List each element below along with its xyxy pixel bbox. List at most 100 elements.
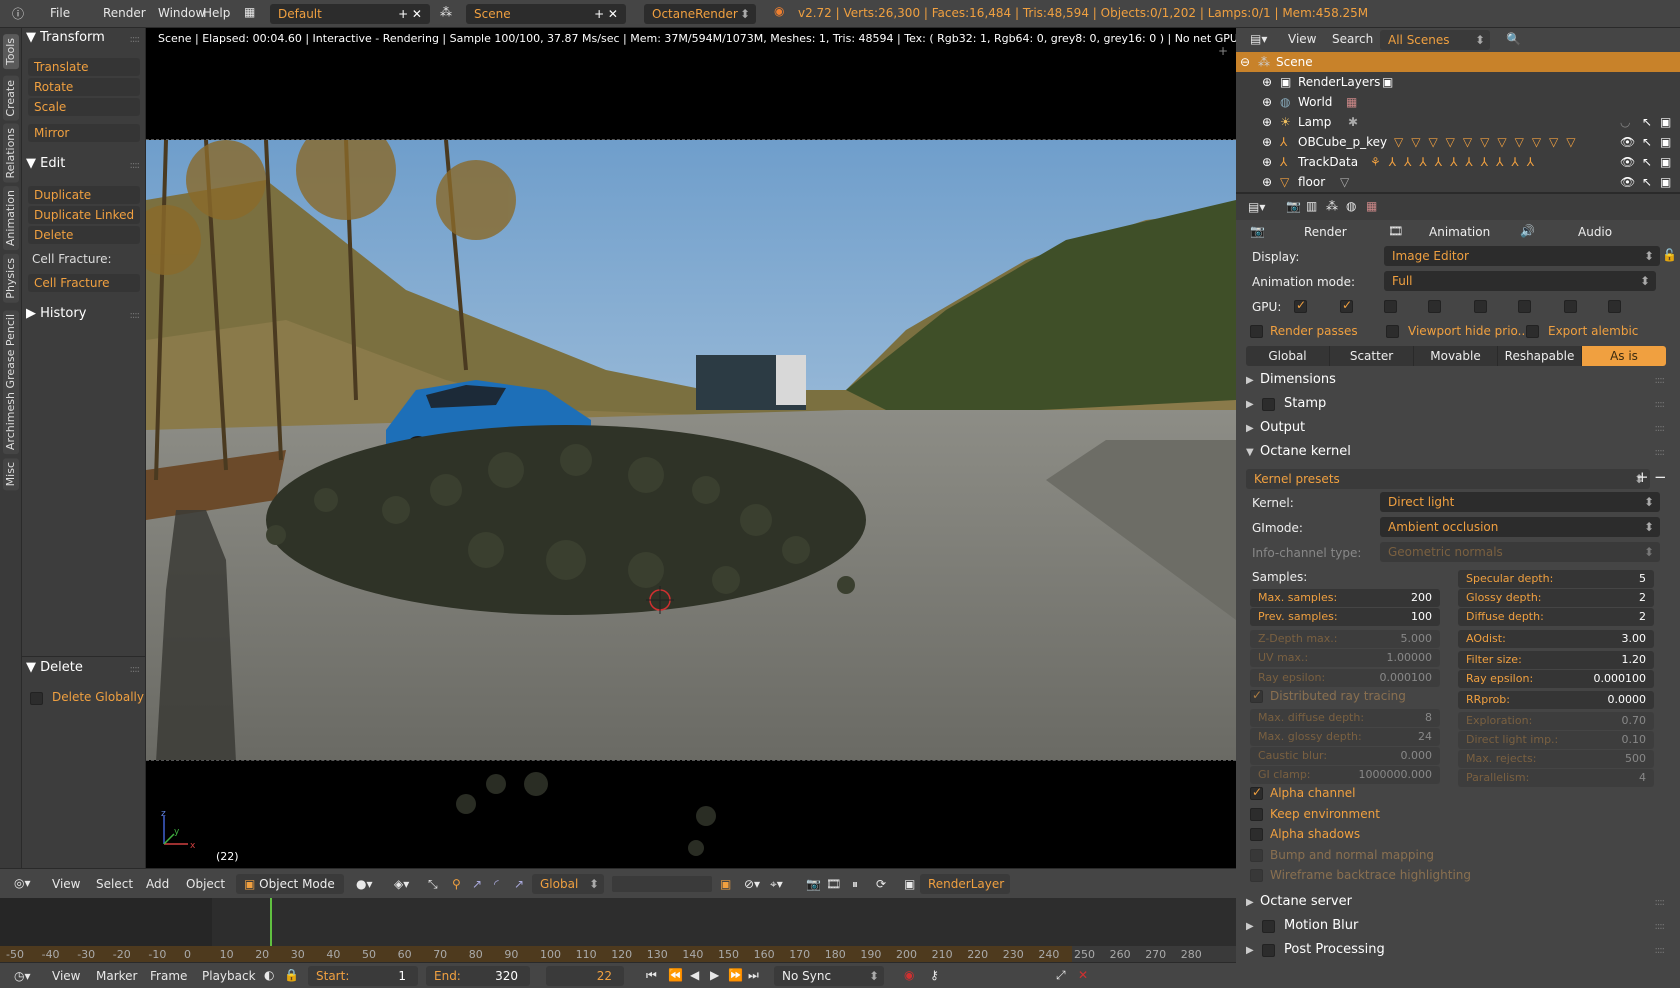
play-icon[interactable]: ▶ bbox=[710, 968, 719, 982]
pin-icon[interactable]: ⤢ bbox=[1056, 968, 1066, 983]
outliner-editor-icon[interactable]: ▤▾ bbox=[1250, 32, 1267, 46]
parallelism-field[interactable]: Parallelism: 4 bbox=[1458, 769, 1654, 787]
layers-tab-icon[interactable]: ▥ bbox=[1306, 199, 1317, 213]
menu-add[interactable]: Add bbox=[146, 877, 169, 891]
props-editor-icon[interactable]: ▤▾ bbox=[1248, 200, 1265, 214]
segment-movable[interactable]: Movable bbox=[1414, 346, 1498, 366]
duplicate-linked-button[interactable]: Duplicate Linked bbox=[28, 206, 140, 224]
tl-menu-marker[interactable]: Marker bbox=[96, 969, 137, 983]
gpu-7-checkbox[interactable] bbox=[1564, 300, 1577, 313]
curve-icon[interactable]: ◜ bbox=[494, 877, 499, 891]
keying-set-icon[interactable]: ⚷ bbox=[930, 968, 939, 982]
render-engine-select[interactable]: OctaneRender ⬍ bbox=[644, 4, 756, 24]
orientation-select[interactable]: Global ⬍ bbox=[532, 874, 604, 894]
render-button[interactable]: Render bbox=[1304, 225, 1347, 239]
select-arrow-icon[interactable]: ↖ bbox=[1642, 175, 1652, 189]
duplicate-button[interactable]: Duplicate bbox=[28, 186, 140, 204]
render-camera-icon[interactable]: ▣ bbox=[1660, 155, 1671, 169]
post-processing-checkbox[interactable] bbox=[1262, 944, 1275, 957]
expand-icon[interactable]: ⊕ bbox=[1262, 135, 1272, 149]
wireframe-backtrace-checkbox[interactable] bbox=[1250, 869, 1263, 882]
outliner-row-scene[interactable]: ⊖ ⁂ Scene bbox=[1236, 52, 1680, 72]
render-camera-icon[interactable]: ▣ bbox=[1660, 175, 1671, 189]
kernel-presets-select[interactable]: Kernel presets ⬍ bbox=[1246, 469, 1650, 489]
bump-mapping-checkbox[interactable] bbox=[1250, 849, 1263, 862]
outliner-row-trackdata[interactable]: ⊕ ⅄ TrackData ⚘⅄⅄⅄⅄⅄⅄⅄⅄⅄⅄ 👁 ↖ ▣ bbox=[1236, 152, 1680, 172]
viewport-hide-checkbox[interactable] bbox=[1386, 325, 1399, 338]
uv-max-field[interactable]: UV max.: 1.00000 bbox=[1250, 649, 1440, 667]
snap-icon[interactable]: ⌖▾ bbox=[770, 877, 783, 892]
refresh-render-icon[interactable]: ⟳ bbox=[876, 877, 886, 891]
drag-handle-icon[interactable]: :::: bbox=[130, 160, 141, 171]
tab-physics[interactable]: Physics bbox=[3, 254, 19, 303]
direct-light-imp-field[interactable]: Direct light imp.: 0.10 bbox=[1458, 731, 1654, 749]
jump-key-forward-icon[interactable]: ⏩ bbox=[728, 968, 743, 982]
select-arrow-icon[interactable]: ↖ bbox=[1642, 135, 1652, 149]
rotate-button[interactable]: Rotate bbox=[28, 78, 140, 96]
outliner-menu-view[interactable]: View bbox=[1288, 32, 1316, 46]
distributed-ray-tracing-checkbox[interactable] bbox=[1250, 688, 1263, 703]
timeline-editor-icon[interactable]: ◷▾ bbox=[14, 969, 31, 983]
tab-tools[interactable]: Tools bbox=[3, 34, 19, 70]
kernel-select[interactable]: Direct light ⬍ bbox=[1380, 492, 1660, 512]
stamp-panel-header[interactable]: ▶ Stamp:::: bbox=[1246, 396, 1670, 414]
gpu-1-checkbox[interactable] bbox=[1294, 298, 1307, 313]
gpu-2-checkbox[interactable] bbox=[1340, 298, 1353, 313]
aodist-field[interactable]: AOdist: 3.00 bbox=[1458, 630, 1654, 648]
end-frame-field[interactable]: End: 320 bbox=[426, 966, 530, 986]
gpu-8-checkbox[interactable] bbox=[1608, 300, 1621, 313]
tab-animation[interactable]: Animation bbox=[3, 186, 19, 251]
gi-clamp-field[interactable]: GI clamp: 1000000.000 bbox=[1250, 766, 1440, 784]
edit-panel-header[interactable]: ▼ Edit bbox=[26, 156, 65, 171]
tl-menu-frame[interactable]: Frame bbox=[150, 969, 187, 983]
animation-mode-select[interactable]: Full ⬍ bbox=[1384, 271, 1656, 291]
tab-grease-pencil[interactable]: Grease Pencil bbox=[3, 310, 19, 393]
menu-help[interactable]: Help bbox=[203, 6, 230, 20]
motion-blur-panel-header[interactable]: ▶ Motion Blur:::: bbox=[1246, 918, 1670, 936]
glossy-depth-field[interactable]: Glossy depth: 2 bbox=[1458, 589, 1654, 607]
visibility-eye-icon[interactable]: 👁 bbox=[1620, 135, 1635, 149]
pause-render-icon[interactable]: ⏸ bbox=[852, 877, 858, 892]
outliner-menu-search[interactable]: Search bbox=[1332, 32, 1373, 46]
render-layer-field[interactable]: RenderLayer bbox=[920, 874, 1010, 894]
jump-end-icon[interactable]: ⏭ bbox=[748, 968, 759, 983]
filter-size-field[interactable]: Filter size: 1.20 bbox=[1458, 651, 1654, 669]
history-panel-header[interactable]: ▶ History bbox=[26, 306, 86, 321]
scale-button[interactable]: Scale bbox=[28, 98, 140, 116]
segment-as-is[interactable]: As is bbox=[1582, 346, 1666, 366]
render-camera-icon[interactable]: ▣ bbox=[1660, 135, 1671, 149]
delete-button[interactable]: Delete bbox=[28, 226, 140, 244]
visibility-icon[interactable]: ◡ bbox=[1620, 115, 1630, 129]
stamp-checkbox[interactable] bbox=[1262, 398, 1275, 411]
drag-handle-icon[interactable]: :::: bbox=[130, 664, 141, 675]
world-tab-icon[interactable]: ◍ bbox=[1346, 199, 1356, 213]
prev-samples-field[interactable]: Prev. samples: 100 bbox=[1250, 608, 1440, 626]
info-icon[interactable]: ⓘ bbox=[12, 5, 24, 22]
expand-icon[interactable]: ⊕ bbox=[1262, 115, 1272, 129]
gpu-3-checkbox[interactable] bbox=[1384, 300, 1397, 313]
octane-server-panel-header[interactable]: ▶ Octane server:::: bbox=[1246, 894, 1670, 912]
delete-globally-checkbox[interactable] bbox=[30, 692, 43, 705]
outliner-filter-select[interactable]: All Scenes ⬍ bbox=[1380, 30, 1490, 50]
timeline-area[interactable]: -50 -40 -30 -20 -10 0 10 20 30 40 50 60 70 80 90 100 110… bbox=[0, 898, 1236, 962]
expand-icon[interactable]: ⊕ bbox=[1262, 155, 1272, 169]
export-alembic-checkbox[interactable] bbox=[1526, 325, 1539, 338]
dimensions-panel-header[interactable]: ▶ Dimensions:::: bbox=[1246, 372, 1670, 390]
add-layout-icon[interactable]: + ✕ bbox=[398, 7, 422, 21]
post-processing-panel-header[interactable]: ▶ Post Processing:::: bbox=[1246, 942, 1670, 960]
select-arrow-icon[interactable]: ↖ bbox=[1642, 115, 1652, 129]
segment-scatter[interactable]: Scatter bbox=[1330, 346, 1414, 366]
caustic-blur-field[interactable]: Caustic blur: 0.000 bbox=[1250, 747, 1440, 765]
play-reverse-icon[interactable]: ◀ bbox=[690, 968, 699, 982]
expand-icon[interactable]: ⊕ bbox=[1262, 95, 1272, 109]
menu-window[interactable]: Window bbox=[158, 6, 205, 20]
menu-object[interactable]: Object bbox=[186, 877, 225, 891]
render-anim-icon[interactable]: 🎞 bbox=[826, 877, 841, 891]
jump-start-icon[interactable]: ⏮ bbox=[646, 968, 657, 983]
max-rejects-field[interactable]: Max. rejects: 500 bbox=[1458, 750, 1654, 768]
layers-grid[interactable] bbox=[612, 876, 712, 892]
menu-file[interactable]: File bbox=[50, 6, 70, 20]
menu-view[interactable]: View bbox=[52, 877, 80, 891]
output-panel-header[interactable]: ▶ Output:::: bbox=[1246, 420, 1670, 438]
scene-tab-icon[interactable]: ⁂ bbox=[1326, 199, 1338, 213]
